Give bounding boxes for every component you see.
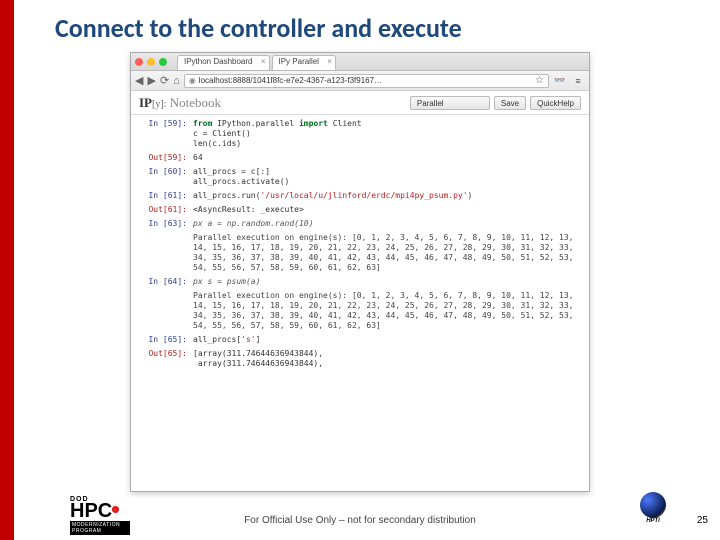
page-number: 25 — [697, 515, 708, 526]
cell-content: <AsyncResult: _execute> — [193, 205, 583, 215]
bookmark-icon[interactable]: ☆ — [535, 75, 544, 86]
close-icon[interactable]: × — [261, 57, 266, 66]
out-prompt: Out[65]: — [137, 349, 193, 369]
tab-parallel[interactable]: IPy Parallel × — [272, 55, 336, 70]
notebook-body[interactable]: In [59]:from IPython.parallel import Cli… — [131, 115, 589, 491]
zoom-icon[interactable] — [159, 58, 167, 66]
slide-title: Connect to the controller and execute — [55, 12, 462, 44]
in-prompt: In [60]: — [137, 167, 193, 187]
output-cell: Out[59]:64 — [137, 153, 583, 163]
menu-icon[interactable]: ≡ — [571, 76, 585, 86]
in-prompt — [137, 291, 193, 331]
footer-text: For Official Use Only – not for secondar… — [0, 515, 720, 526]
out-prompt: Out[61]: — [137, 205, 193, 215]
in-prompt: In [59]: — [137, 119, 193, 149]
input-cell[interactable]: In [59]:from IPython.parallel import Cli… — [137, 119, 583, 149]
cell-content: px a = np.random.rand(10) — [193, 219, 583, 229]
cell-content: px s = psum(a) — [193, 277, 583, 287]
input-cell[interactable]: In [60]:all_procs = c[:] all_procs.activ… — [137, 167, 583, 187]
in-prompt: In [63]: — [137, 219, 193, 229]
close-icon[interactable]: × — [327, 57, 332, 66]
cell-content: Parallel execution on engine(s): [0, 1, … — [193, 291, 583, 331]
save-button[interactable]: Save — [494, 96, 526, 110]
input-cell[interactable]: In [63]:px a = np.random.rand(10) — [137, 219, 583, 229]
cell-content: all_procs = c[:] all_procs.activate() — [193, 167, 583, 187]
address-bar: ◀ ▶ ⟳ ⌂ ◉ localhost:8888/1041f8fc-e7e2-4… — [131, 71, 589, 91]
cell-content: [array(311.74644636943844), array(311.74… — [193, 349, 583, 369]
quickhelp-button[interactable]: QuickHelp — [530, 96, 581, 110]
forward-icon[interactable]: ▶ — [147, 74, 155, 87]
input-cell[interactable]: In [65]:all_procs['s'] — [137, 335, 583, 345]
url-text: localhost:8888/1041f8fc-e7e2-4367-a123-f… — [199, 76, 382, 85]
in-prompt: In [61]: — [137, 191, 193, 201]
tab-label: IPy Parallel — [279, 57, 319, 66]
cell-content: from IPython.parallel import Client c = … — [193, 119, 583, 149]
output-cell: Out[61]:<AsyncResult: _execute> — [137, 205, 583, 215]
in-prompt: In [64]: — [137, 277, 193, 287]
ipython-brand: IP[y]: Notebook — [139, 95, 221, 111]
output-cell: Out[65]:[array(311.74644636943844), arra… — [137, 349, 583, 369]
in-prompt: In [65]: — [137, 335, 193, 345]
home-icon[interactable]: ⌂ — [173, 75, 180, 87]
tab-dashboard[interactable]: IPython Dashboard × — [177, 55, 270, 70]
input-cell[interactable]: In [64]:px s = psum(a) — [137, 277, 583, 287]
back-icon[interactable]: ◀ — [135, 74, 143, 87]
tab-label: IPython Dashboard — [184, 57, 253, 66]
logo-dot-icon — [112, 506, 119, 513]
minimize-icon[interactable] — [147, 58, 155, 66]
stream-output: Parallel execution on engine(s): [0, 1, … — [137, 291, 583, 331]
tab-strip: IPython Dashboard × IPy Parallel × — [131, 53, 589, 71]
window-controls[interactable] — [135, 58, 167, 66]
notebook-name-field[interactable]: Parallel — [410, 96, 490, 110]
cell-content: Parallel execution on engine(s): [0, 1, … — [193, 233, 583, 273]
close-icon[interactable] — [135, 58, 143, 66]
cell-content: 64 — [193, 153, 583, 163]
stream-output: Parallel execution on engine(s): [0, 1, … — [137, 233, 583, 273]
url-field[interactable]: ◉ localhost:8888/1041f8fc-e7e2-4367-a123… — [184, 74, 549, 88]
input-cell[interactable]: In [61]:all_procs.run('/usr/local/u/jlin… — [137, 191, 583, 201]
globe-icon: ◉ — [189, 76, 196, 85]
out-prompt: Out[59]: — [137, 153, 193, 163]
reload-icon[interactable]: ⟳ — [160, 74, 169, 87]
slide-accent-bar — [0, 0, 14, 540]
cell-content: all_procs['s'] — [193, 335, 583, 345]
notebook-toolbar: IP[y]: Notebook Parallel Save QuickHelp — [131, 91, 589, 115]
in-prompt — [137, 233, 193, 273]
cell-content: all_procs.run('/usr/local/u/jlinford/erd… — [193, 191, 583, 201]
reader-icon[interactable]: 👓 — [553, 75, 567, 86]
browser-window: IPython Dashboard × IPy Parallel × ◀ ▶ ⟳… — [130, 52, 590, 492]
